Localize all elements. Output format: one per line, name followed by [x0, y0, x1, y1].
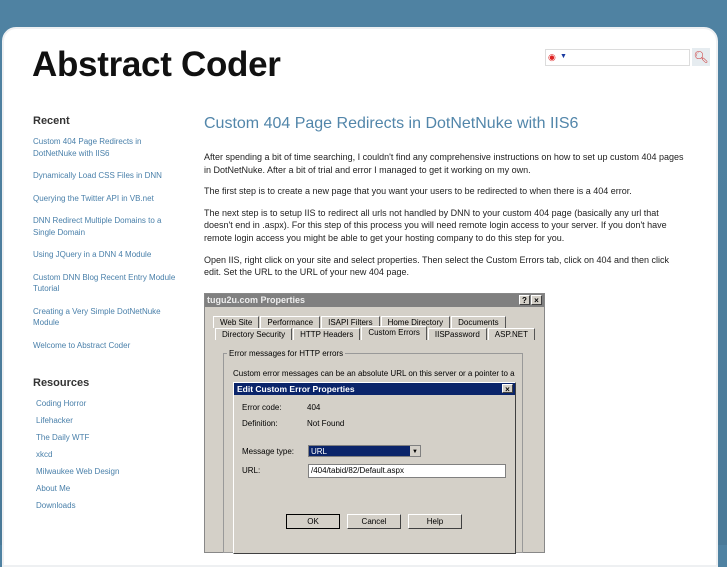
chevron-down-icon: ▼ [410, 446, 420, 456]
tab: Performance [260, 316, 321, 328]
tab: HTTP Headers [293, 328, 361, 340]
resource-link[interactable]: Milwaukee Web Design [36, 466, 183, 478]
recent-post-link[interactable]: DNN Redirect Multiple Domains to a Singl… [33, 215, 183, 238]
post: Custom 404 Page Redirects in DotNetNuke … [204, 115, 684, 554]
cancel-button: Cancel [347, 514, 401, 529]
resource-link[interactable]: About Me [36, 483, 183, 495]
url-label: URL: [242, 466, 261, 475]
help-button: Help [408, 514, 462, 529]
dialog-titlebar: Edit Custom Error Properties × [234, 383, 515, 395]
tab: IISPassword [427, 328, 487, 340]
message-type-label: Message type: [242, 447, 295, 456]
post-title[interactable]: Custom 404 Page Redirects in DotNetNuke … [204, 115, 684, 133]
error-code-label: Error code: [242, 403, 282, 412]
close-icon: × [502, 384, 513, 394]
paragraph: The next step is to setup IIS to redirec… [204, 207, 667, 243]
tab: Web Site [213, 316, 260, 328]
message-type-select: URL ▼ [308, 445, 421, 457]
paragraph: Open IIS, right click on your site and s… [204, 254, 670, 278]
search-engine-icon[interactable]: ◉ [548, 52, 556, 63]
chevron-down-icon[interactable]: ▼ [560, 53, 567, 60]
search-input[interactable] [570, 51, 688, 64]
resources-heading: Resources [33, 377, 90, 389]
tab: ASP.NET [487, 328, 535, 340]
window-titlebar: tugu2u.com Properties ? × [205, 294, 544, 307]
tab: Directory Security [215, 328, 293, 340]
resource-link[interactable]: Coding Horror [36, 398, 183, 410]
tab-active: Custom Errors [361, 326, 427, 340]
edit-dialog: Edit Custom Error Properties × Error cod… [233, 382, 516, 554]
group-label: Error messages for HTTP errors [227, 349, 346, 358]
tabs-row-2: Directory Security HTTP Headers Custom Err… [215, 326, 536, 340]
group-text: Custom error messages can be an absolute… [233, 369, 515, 378]
tab: Documents [451, 316, 506, 328]
resource-link[interactable]: Lifehacker [36, 415, 183, 427]
recent-post-link[interactable]: Querying the Twitter API in VB.net [33, 193, 183, 205]
tabs-row-1: Web Site Performance ISAPI Filters Home Dir… [213, 316, 507, 328]
recent-heading: Recent [33, 115, 70, 127]
recent-post-link[interactable]: Using JQuery in a DNN 4 Module [33, 249, 183, 261]
site-title[interactable]: Abstract Coder [32, 45, 281, 85]
ok-button: OK [286, 514, 340, 529]
help-icon: ? [519, 295, 530, 305]
paragraph: The first step is to create a new page t… [204, 186, 632, 197]
resource-link[interactable]: Downloads [36, 500, 183, 512]
recent-post-link[interactable]: Dynamically Load CSS Files in DNN [33, 170, 183, 182]
definition: Not Found [307, 419, 345, 428]
search-box[interactable]: ◉ ▼ [545, 49, 690, 66]
page: Abstract Coder ◉ ▼ 🔍︎ Recent Custom 404 … [2, 27, 718, 567]
paragraph: After spending a bit of time searching, … [204, 152, 684, 175]
sidebar: Recent Custom 404 Page Redirects in DotN… [33, 115, 183, 517]
recent-post-link[interactable]: Welcome to Abstract Coder [33, 340, 183, 352]
iis-screenshot: tugu2u.com Properties ? × Web Site Perfor… [204, 293, 545, 554]
definition-label: Definition: [242, 419, 278, 428]
dialog-title: Edit Custom Error Properties [237, 384, 355, 394]
recent-post-link[interactable]: Custom DNN Blog Recent Entry Module Tuto… [33, 272, 183, 295]
recent-post-link[interactable]: Creating a Very Simple DotNetNuke Module [33, 306, 183, 329]
magnifier-icon: 🔍︎ [693, 50, 709, 64]
resource-link[interactable]: xkcd [36, 449, 183, 461]
search-button[interactable]: 🔍︎ [692, 48, 710, 66]
close-icon: × [531, 295, 542, 305]
url-field: /404/tabid/82/Default.aspx [308, 464, 506, 478]
recent-post-link[interactable]: Custom 404 Page Redirects in DotNetNuke … [33, 136, 183, 159]
message-type-value: URL [311, 447, 328, 456]
resource-link[interactable]: The Daily WTF [36, 432, 183, 444]
error-code: 404 [307, 403, 321, 412]
window-title: tugu2u.com Properties [207, 295, 306, 305]
